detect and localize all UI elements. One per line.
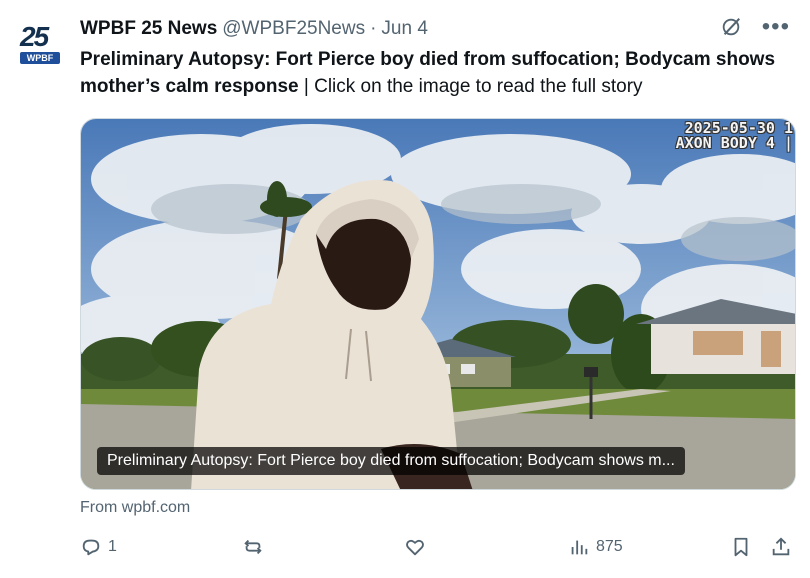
media-card[interactable]: 2025-05-30 1 AXON BODY 4 | Preliminary A… bbox=[80, 118, 796, 490]
avatar-number: 25 bbox=[20, 21, 49, 52]
like-icon bbox=[406, 539, 424, 556]
tweet-text: Preliminary Autopsy: Fort Pierce boy die… bbox=[80, 46, 795, 100]
reply-button[interactable]: 1 bbox=[80, 536, 117, 558]
reply-count: 1 bbox=[108, 538, 117, 555]
separator: · bbox=[370, 18, 377, 39]
grok-icon[interactable] bbox=[720, 16, 742, 38]
repost-icon bbox=[244, 539, 262, 555]
bodycam-stamp: 2025-05-30 1 AXON BODY 4 | bbox=[676, 121, 793, 151]
bookmark-button[interactable] bbox=[730, 536, 752, 558]
share-icon bbox=[772, 537, 790, 556]
views-count: 875 bbox=[596, 538, 623, 555]
avatar-tag: WPBF bbox=[20, 52, 60, 64]
tweet-header: WPBF 25 News @WPBF25News · Jun 4 ••• bbox=[80, 15, 796, 42]
share-button[interactable] bbox=[770, 536, 792, 558]
action-bar: 1 875 bbox=[80, 536, 796, 566]
bookmark-icon bbox=[734, 537, 748, 557]
more-icon[interactable]: ••• bbox=[762, 15, 790, 39]
views-icon bbox=[571, 540, 588, 555]
account-handle[interactable]: @WPBF25News bbox=[222, 18, 365, 40]
avatar[interactable]: 25 WPBF bbox=[14, 22, 62, 66]
repost-button[interactable] bbox=[242, 536, 270, 558]
stamp-line-2: AXON BODY 4 | bbox=[675, 134, 793, 152]
reply-icon bbox=[82, 539, 100, 556]
views-button[interactable]: 875 bbox=[568, 536, 623, 558]
link-source[interactable]: From wpbf.com bbox=[80, 499, 190, 517]
tweet-divider: | bbox=[298, 76, 315, 97]
header-icons: ••• bbox=[720, 15, 790, 39]
tweet-date[interactable]: Jun 4 bbox=[381, 18, 427, 40]
tweet-tail: Click on the image to read the full stor… bbox=[314, 76, 643, 97]
media-caption: Preliminary Autopsy: Fort Pierce boy die… bbox=[97, 447, 685, 475]
account-name[interactable]: WPBF 25 News bbox=[80, 18, 217, 40]
bodycam-image bbox=[81, 119, 795, 489]
like-button[interactable] bbox=[404, 536, 432, 558]
